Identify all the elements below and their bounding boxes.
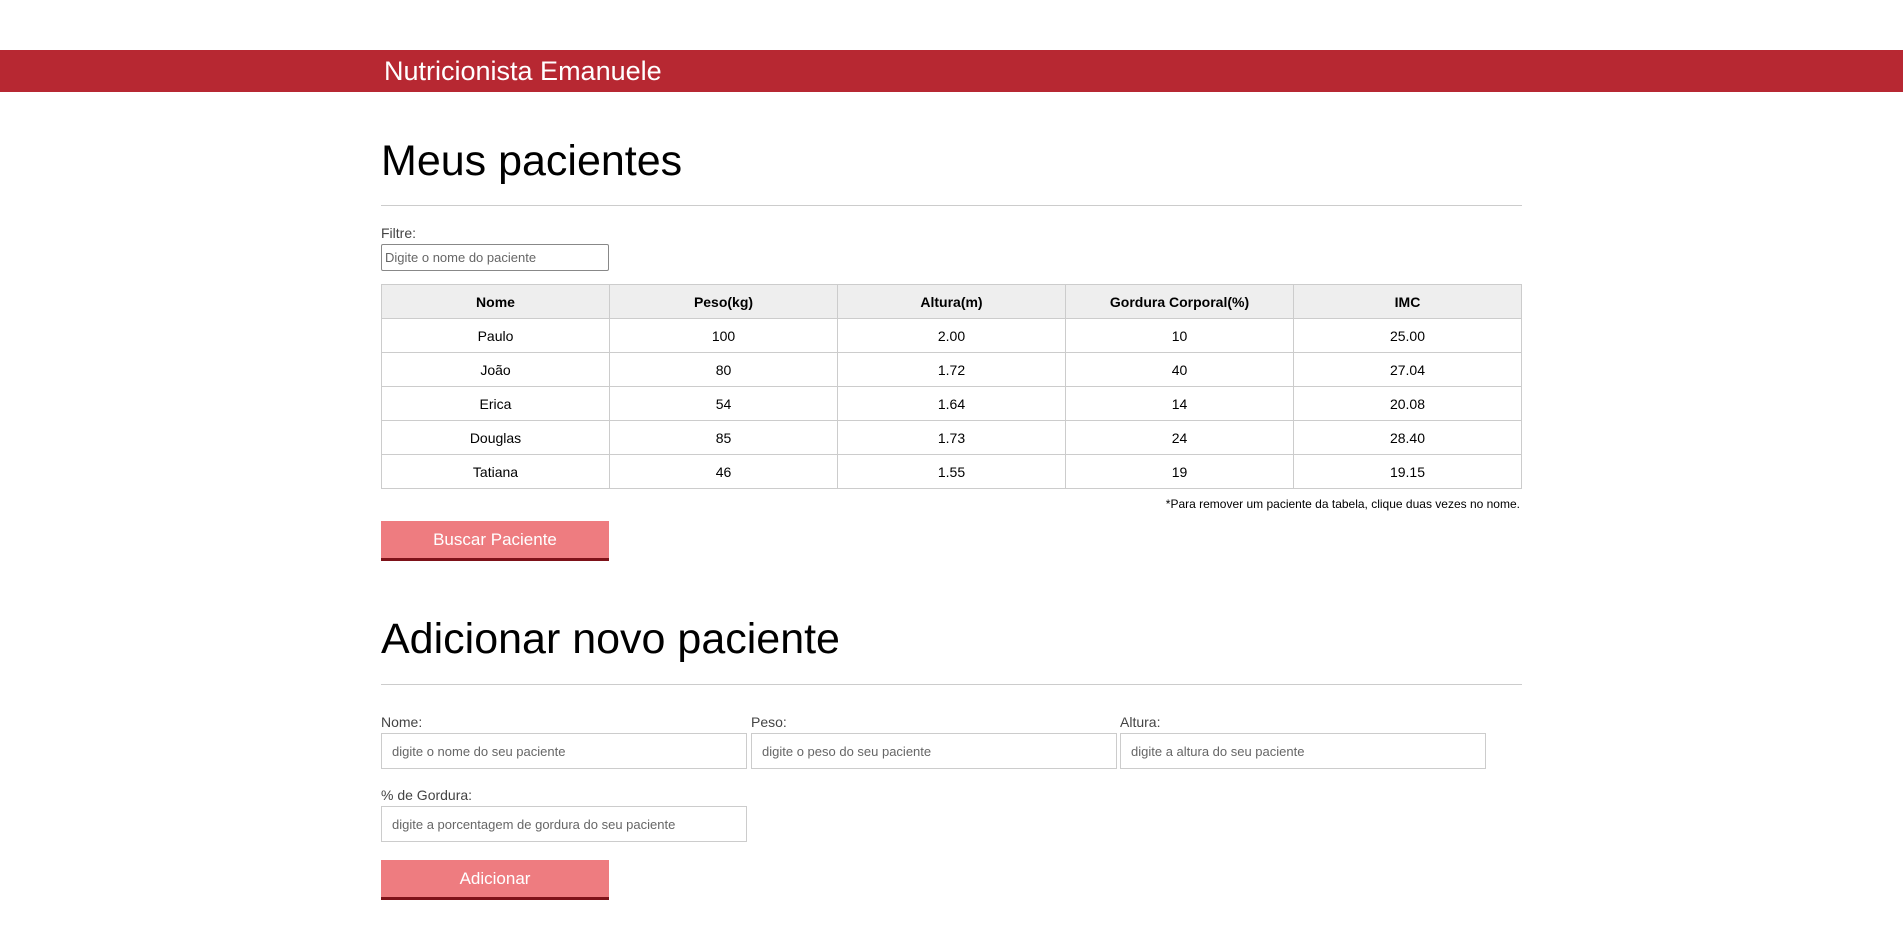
cell-nome[interactable]: Paulo [381, 318, 610, 353]
column-header-gordura: Gordura Corporal(%) [1065, 284, 1294, 319]
column-header-altura: Altura(m) [837, 284, 1066, 319]
peso-field-group: Peso: [751, 714, 1117, 769]
column-header-imc: IMC [1293, 284, 1522, 319]
cell-altura: 1.55 [837, 454, 1066, 489]
filter-label: Filtre: [381, 225, 416, 241]
peso-input[interactable] [751, 733, 1117, 769]
cell-altura: 1.64 [837, 386, 1066, 421]
column-header-peso: Peso(kg) [609, 284, 838, 319]
table-row: Douglas 85 1.73 24 28.40 [381, 420, 1522, 455]
add-patient-section-title: Adicionar novo paciente [381, 615, 840, 663]
altura-label: Altura: [1120, 714, 1161, 730]
cell-nome[interactable]: Erica [381, 386, 610, 421]
cell-peso: 80 [609, 352, 838, 387]
cell-peso: 54 [609, 386, 838, 421]
filter-input[interactable] [381, 244, 609, 271]
patients-table: Nome Peso(kg) Altura(m) Gordura Corporal… [381, 284, 1522, 489]
add-patient-button[interactable]: Adicionar [381, 860, 609, 900]
cell-nome[interactable]: João [381, 352, 610, 387]
cell-altura: 2.00 [837, 318, 1066, 353]
table-row: Tatiana 46 1.55 19 19.15 [381, 454, 1522, 489]
cell-peso: 100 [609, 318, 838, 353]
table-row: Paulo 100 2.00 10 25.00 [381, 318, 1522, 353]
table-header-row: Nome Peso(kg) Altura(m) Gordura Corporal… [381, 284, 1522, 319]
search-patient-button[interactable]: Buscar Paciente [381, 521, 609, 561]
peso-label: Peso: [751, 714, 787, 730]
nome-input[interactable] [381, 733, 747, 769]
cell-peso: 85 [609, 420, 838, 455]
section-divider [381, 684, 1522, 685]
cell-gordura: 14 [1065, 386, 1294, 421]
nome-field-group: Nome: [381, 714, 747, 769]
gordura-field-group: % de Gordura: [381, 787, 747, 842]
cell-peso: 46 [609, 454, 838, 489]
cell-gordura: 24 [1065, 420, 1294, 455]
cell-imc: 20.08 [1293, 386, 1522, 421]
remove-hint-text: *Para remover um paciente da tabela, cli… [1165, 497, 1520, 511]
gordura-input[interactable] [381, 806, 747, 842]
patients-section-title: Meus pacientes [381, 137, 683, 185]
altura-input[interactable] [1120, 733, 1486, 769]
cell-gordura: 19 [1065, 454, 1294, 489]
cell-gordura: 10 [1065, 318, 1294, 353]
gordura-label: % de Gordura: [381, 787, 473, 803]
altura-field-group: Altura: [1120, 714, 1486, 769]
table-row: Erica 54 1.64 14 20.08 [381, 386, 1522, 421]
cell-imc: 27.04 [1293, 352, 1522, 387]
cell-altura: 1.72 [837, 352, 1066, 387]
column-header-nome: Nome [381, 284, 610, 319]
section-divider [381, 205, 1522, 206]
cell-altura: 1.73 [837, 420, 1066, 455]
cell-imc: 19.15 [1293, 454, 1522, 489]
cell-gordura: 40 [1065, 352, 1294, 387]
cell-imc: 28.40 [1293, 420, 1522, 455]
cell-nome[interactable]: Douglas [381, 420, 610, 455]
cell-nome[interactable]: Tatiana [381, 454, 610, 489]
cell-imc: 25.00 [1293, 318, 1522, 353]
nome-label: Nome: [381, 714, 423, 730]
top-header-bar: Nutricionista Emanuele [0, 50, 1903, 92]
app-title: Nutricionista Emanuele [384, 56, 662, 86]
table-row: João 80 1.72 40 27.04 [381, 352, 1522, 387]
